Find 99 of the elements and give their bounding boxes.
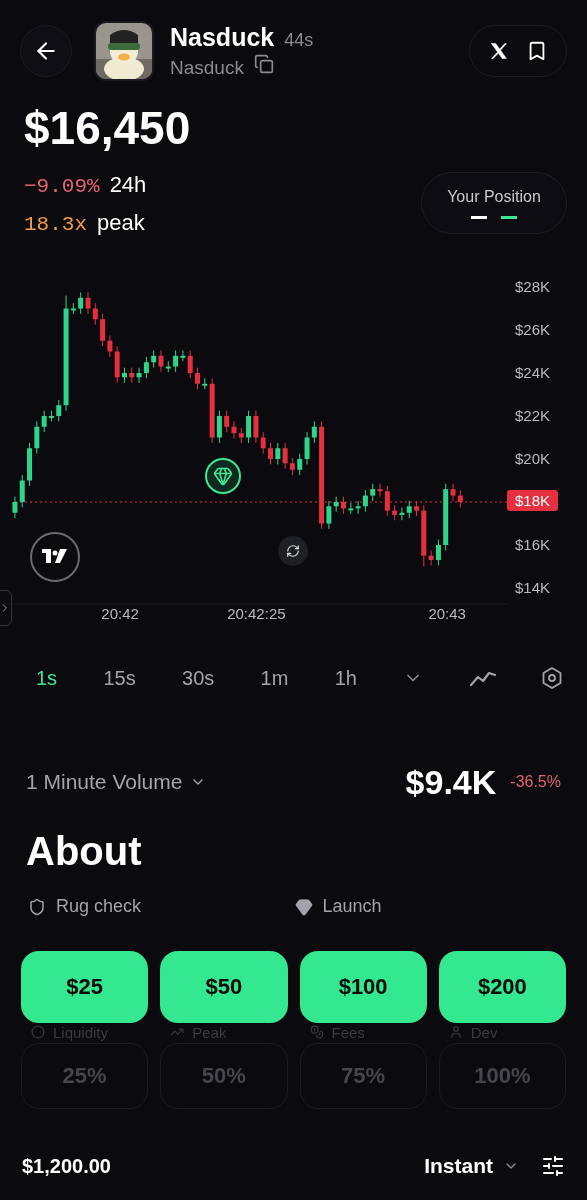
quick-buy-button[interactable]: $100 — [299, 951, 427, 1023]
launch-marker[interactable] — [205, 458, 241, 494]
quick-buy-button[interactable]: $50 — [160, 951, 288, 1023]
price-axis-label: $14K — [515, 578, 551, 598]
execution-mode-dropdown[interactable]: Instant — [424, 1154, 519, 1178]
candlestick — [41, 410, 47, 433]
info-label: Rug check — [56, 896, 142, 917]
current-price-tag: $18K — [507, 490, 559, 511]
candlestick — [304, 431, 310, 465]
circle-icon — [31, 1025, 45, 1039]
settings-button[interactable] — [541, 1154, 565, 1178]
token-age: 44s — [284, 30, 314, 51]
candlestick — [78, 291, 84, 315]
back-button[interactable] — [20, 25, 72, 77]
candlestick — [362, 489, 368, 513]
price-axis-label: $26K — [515, 320, 551, 340]
user-icon — [448, 1025, 463, 1039]
value-dash — [471, 215, 487, 219]
shield-icon — [28, 897, 46, 916]
price-axis-label: $24K — [515, 363, 551, 383]
settings-button[interactable] — [541, 667, 562, 689]
timeframe-tab[interactable]: 15s — [103, 666, 136, 690]
candlestick — [311, 420, 317, 444]
pnl-dash — [501, 215, 517, 219]
sliders-icon — [541, 1154, 565, 1178]
price-axis-label: $20K — [515, 449, 551, 469]
candlestick — [92, 302, 98, 326]
price-axis-label: $22K — [515, 406, 551, 426]
candlestick — [107, 334, 113, 358]
time-axis-label: 20:42:25 — [227, 605, 286, 622]
candlestick — [377, 483, 383, 498]
candlestick — [19, 474, 25, 508]
timeframe-tab[interactable]: 1h — [334, 666, 357, 690]
candlestick — [231, 420, 237, 440]
token-name: Nasduck — [170, 23, 275, 52]
candlestick — [428, 549, 434, 566]
candlestick — [268, 442, 274, 465]
candlestick — [253, 410, 259, 444]
candlestick — [282, 442, 288, 470]
gem-icon — [294, 897, 313, 916]
price-change: −9.09% — [24, 175, 100, 198]
candlestick — [224, 410, 230, 433]
quick-buy-button[interactable]: $200 — [438, 951, 566, 1023]
candlestick — [136, 367, 142, 384]
time-axis-label: 20:42 — [101, 605, 139, 622]
x-logo-icon — [488, 41, 509, 61]
candlestick — [384, 485, 390, 517]
change-period: 24h — [109, 172, 147, 198]
peak-label: peak — [97, 210, 145, 236]
candlestick — [275, 442, 281, 465]
peak-multiplier: 18.3x — [24, 213, 87, 236]
x-logo-button[interactable] — [488, 41, 509, 61]
candlestick — [246, 410, 252, 444]
candlestick — [216, 410, 222, 444]
candlestick — [34, 420, 40, 455]
line-chart-icon — [469, 670, 496, 686]
timeframe-tab[interactable]: 1s — [36, 666, 58, 690]
balance-value: $1,200.00 — [22, 1154, 111, 1178]
chart-logo-button[interactable] — [30, 532, 80, 582]
candlestick — [100, 313, 106, 347]
market-cap-value: $16,450 — [24, 102, 192, 154]
volume-value: $9.4K — [405, 762, 497, 802]
coins-icon — [309, 1025, 324, 1039]
gem-icon — [213, 466, 233, 486]
position-card[interactable]: Your Position — [421, 172, 567, 234]
candlestick — [195, 367, 201, 390]
candlestick — [260, 431, 266, 455]
price-axis-label: $16K — [515, 535, 551, 555]
candlestick — [297, 453, 303, 476]
candlestick — [158, 349, 164, 373]
time-axis-label: 20:43 — [428, 605, 466, 622]
volume-change: -36.5% — [510, 773, 561, 791]
token-ticker: Nasduck — [170, 57, 244, 79]
info-label: Launch — [322, 896, 382, 917]
candlestick — [399, 506, 405, 521]
candlestick — [435, 539, 441, 566]
candlestick — [180, 349, 186, 362]
candlestick — [56, 399, 62, 422]
candlestick — [12, 496, 18, 519]
timeframe-tab[interactable]: 1m — [260, 666, 289, 690]
candlestick — [450, 483, 456, 502]
candlestick — [85, 291, 91, 315]
copy-button[interactable] — [253, 54, 274, 74]
settings-icon — [541, 667, 562, 689]
candlestick — [326, 500, 332, 530]
volume-period-dropdown[interactable]: 1 Minute Volume — [26, 770, 207, 794]
candlestick — [355, 500, 361, 515]
timeframe-tab[interactable]: 30s — [182, 666, 215, 690]
candlestick — [173, 349, 179, 373]
section-heading: About — [26, 828, 143, 874]
refresh-button[interactable] — [278, 536, 308, 566]
logo-icon — [42, 549, 68, 565]
price-axis-label: $28K — [515, 277, 551, 297]
refresh-icon — [286, 544, 300, 558]
copy-icon — [253, 54, 274, 74]
candlestick — [187, 349, 193, 379]
candlestick — [143, 356, 149, 379]
chart-type-button[interactable] — [469, 670, 496, 686]
quick-buy-button[interactable]: $25 — [21, 951, 149, 1023]
